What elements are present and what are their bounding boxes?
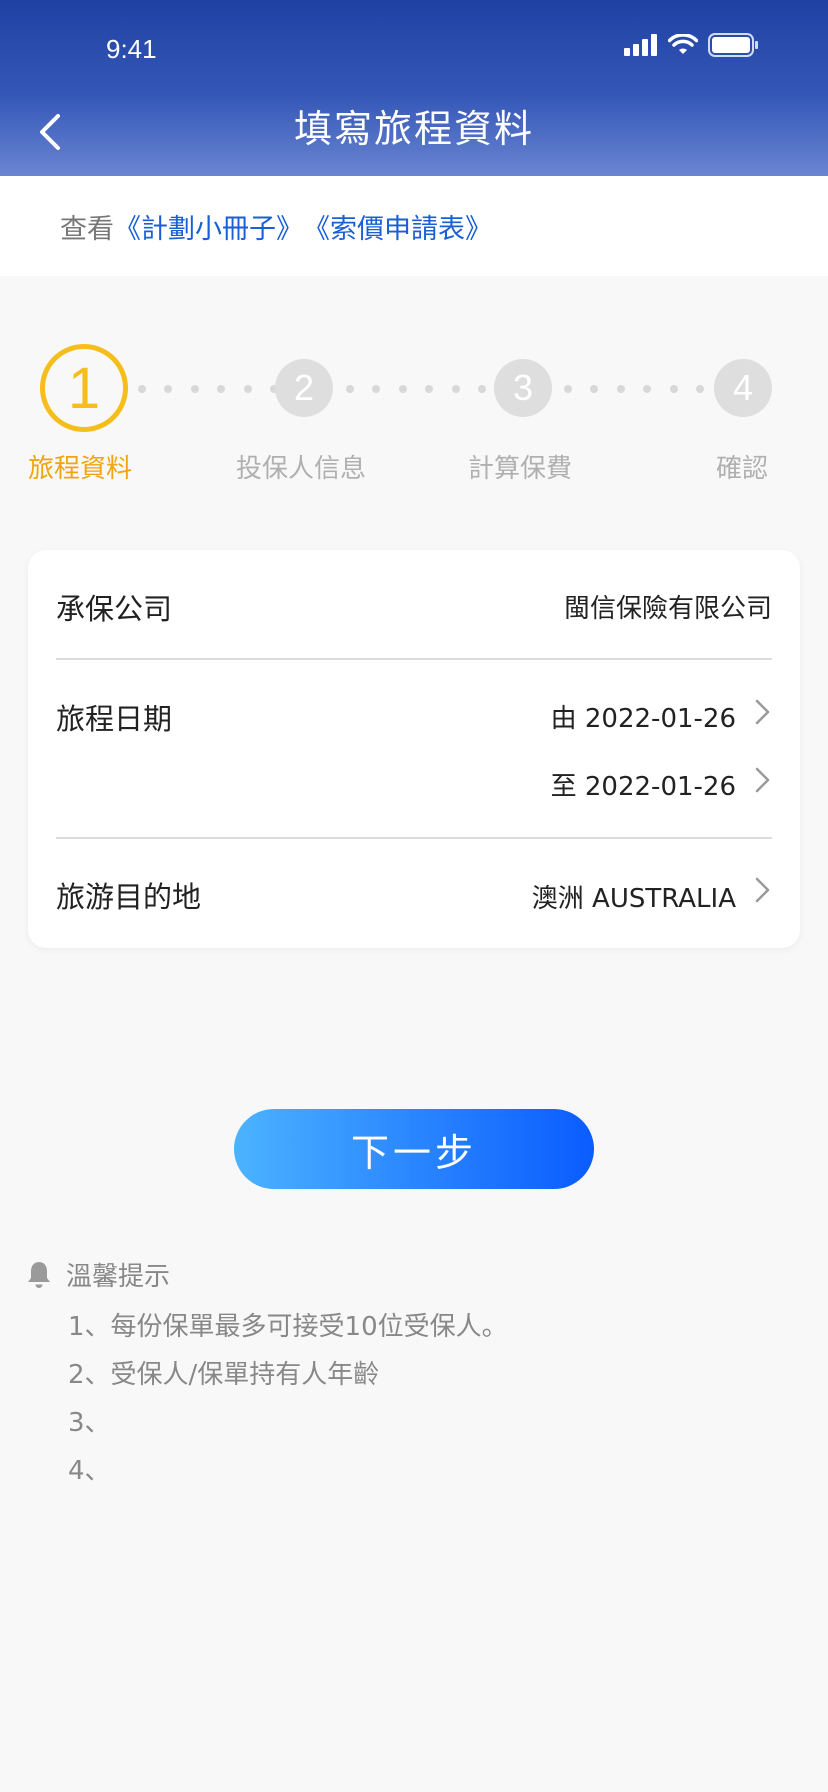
trip-date-label: 旅程日期 — [56, 702, 173, 736]
plan-booklet-link[interactable]: 《計劃小冊子》 — [114, 207, 303, 246]
date-to-value: 至 2022-01-26 — [550, 772, 736, 802]
tip-item: 4、 — [68, 1456, 111, 1486]
step-2-label: 投保人信息 — [236, 454, 367, 484]
wifi-icon — [668, 34, 698, 54]
step-4-number: 4 — [732, 367, 754, 408]
step-1-number: 1 — [67, 355, 101, 421]
battery-icon — [708, 33, 758, 57]
tip-item: 2、受保人/保單持有人年齡 — [68, 1360, 380, 1390]
date-from-field[interactable]: 由 2022-01-26 — [456, 686, 776, 736]
chevron-right-icon — [755, 767, 770, 793]
signal-icon — [624, 34, 657, 56]
status-icons — [624, 30, 758, 60]
step-3-circle: 3 — [494, 359, 552, 417]
next-step-button[interactable]: 下一步 — [234, 1109, 594, 1189]
divider — [56, 658, 772, 660]
tips-header: 溫馨提示 — [26, 1256, 170, 1293]
step-4-circle: 4 — [714, 359, 772, 417]
step-3-label: 計算保費 — [468, 454, 573, 484]
tips-title: 溫馨提示 — [66, 1262, 171, 1292]
quote-form-link[interactable]: 《索價申請表》 — [303, 207, 492, 246]
step-connector-1 — [138, 384, 278, 394]
document-links-bar: 查看 《計劃小冊子》 《索價申請表》 — [0, 176, 828, 276]
chevron-right-icon — [755, 699, 770, 725]
step-4-label: 確認 — [716, 454, 769, 484]
destination-value: 澳洲 AUSTRALIA — [531, 884, 736, 914]
links-prefix: 查看 — [60, 213, 114, 245]
step-connector-2 — [346, 384, 486, 394]
insurer-value: 閩信保險有限公司 — [563, 594, 772, 624]
step-indicator: 1 旅程資料 2 投保人信息 3 計算保費 4 確認 — [0, 326, 828, 506]
page-title: 填寫旅程資料 — [293, 107, 534, 151]
step-2-number: 2 — [293, 367, 315, 408]
step-2-circle: 2 — [275, 359, 333, 417]
tip-item: 3、 — [68, 1408, 111, 1438]
bell-icon — [28, 1261, 50, 1288]
step-3-number: 3 — [512, 367, 534, 408]
destination-field[interactable]: 澳洲 AUSTRALIA — [456, 866, 776, 916]
step-1-label: 旅程資料 — [28, 454, 133, 484]
app-header: 9:41 填寫旅程資料 — [0, 0, 828, 176]
trip-info-card: 承保公司 閩信保險有限公司 旅程日期 由 2022-01-26 至 2022-0… — [28, 550, 800, 948]
date-from-value: 由 2022-01-26 — [550, 704, 736, 734]
chevron-right-icon — [755, 877, 770, 903]
step-connector-3 — [564, 384, 704, 394]
date-to-field[interactable]: 至 2022-01-26 — [456, 754, 776, 804]
divider — [56, 837, 772, 839]
insurer-label: 承保公司 — [56, 592, 173, 626]
status-time: 9:41 — [106, 34, 157, 64]
destination-label: 旅游目的地 — [56, 880, 202, 914]
step-1-circle: 1 — [40, 344, 128, 432]
tip-item: 1、每份保單最多可接受10位受保人。 — [68, 1312, 508, 1342]
